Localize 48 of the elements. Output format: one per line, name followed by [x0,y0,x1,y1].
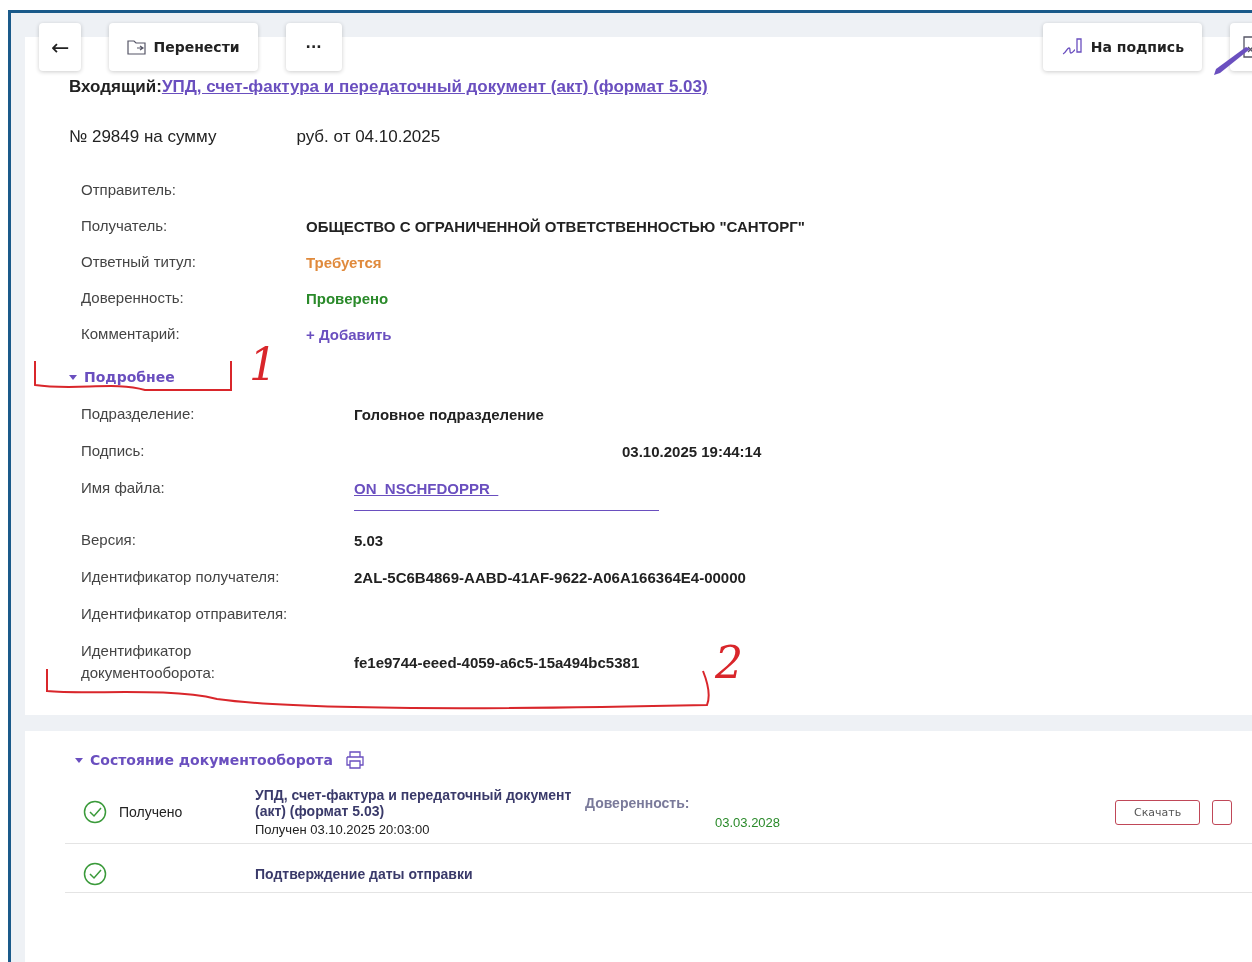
field-label: Идентификатор документооборота: [81,641,216,683]
field-label: Идентификатор получателя: [81,567,281,587]
file-link[interactable]: ON_NSCHFDOPPR_ [354,479,499,497]
annotation-number: 2 [715,637,743,688]
direction-label: Входящий: [69,77,162,96]
status-label: Получено [119,804,183,820]
field-label: Ответный титул: [81,252,198,272]
field-label: Имя файла: [81,478,166,498]
field-label: Подпись: [81,441,146,461]
check-circle-icon [83,862,107,886]
field-value: Требуется [306,253,382,271]
field-label: Получатель: [81,216,169,236]
download-button[interactable]: Скачать [1115,799,1201,825]
attribute-value: 03.03.2028 [715,814,782,830]
check-circle-icon [83,800,107,824]
pen-icon [1212,47,1252,77]
signature-icon [1060,37,1085,57]
sign-button[interactable]: На подпись [1042,23,1202,71]
document-number: № 29849 на сумму [69,127,217,147]
field-label: Отправитель: [81,180,177,200]
received-date: Получен 03.10.2025 20:03:00 [255,822,431,837]
field-value: 03.10.2025 19:44:14 [621,442,762,460]
field-value: 2AL-5C6B4869-AABD-41AF-9622-A06A166364E4-00000 [354,568,746,586]
field-label: Версия: [81,530,137,550]
document-date: руб. от 04.10.2025 [296,127,441,147]
folder-icon [127,39,148,55]
workflow-toggle[interactable]: Состояние документооборота [75,752,333,768]
document-name: УПД, счет-фактура и передаточный документ (акт) (формат 5.03) [255,787,573,819]
field-label: Комментарий: [81,324,181,344]
back-button[interactable]: ← [39,23,82,71]
print-icon[interactable] [344,751,365,769]
field-value: Головное подразделение [354,405,544,423]
toolbar-button[interactable]: Перенести [109,23,258,71]
field-label: Идентификатор отправителя: [81,604,289,624]
field-value: Проверено [306,289,389,307]
field-value: 5.03 [354,531,384,549]
attribute-label: Доверенность: [585,794,691,811]
annotation-number: 1 [249,339,277,390]
details-toggle[interactable]: Подробнее [69,369,175,385]
toolbar-button[interactable]: ··· [285,23,342,71]
field-value: fe1e9744-eeed-4059-a6c5-15a494bc5381 [354,653,640,671]
field-value[interactable]: + Добавить [306,325,392,343]
field-label: Доверенность: [81,288,185,308]
field-label: Подразделение: [81,404,196,424]
document-name: Подтверждение даты отправки [255,866,474,882]
action-button[interactable] [1212,799,1233,825]
document-title-link[interactable]: УПД, счет-фактура и передаточный документ (акт) (формат 5.03) [161,77,708,96]
field-value: ОБЩЕСТВО С ОГРАНИЧЕННОЙ ОТВЕТСТВЕННОСТЬЮ "САНТОРГ" [306,217,805,235]
